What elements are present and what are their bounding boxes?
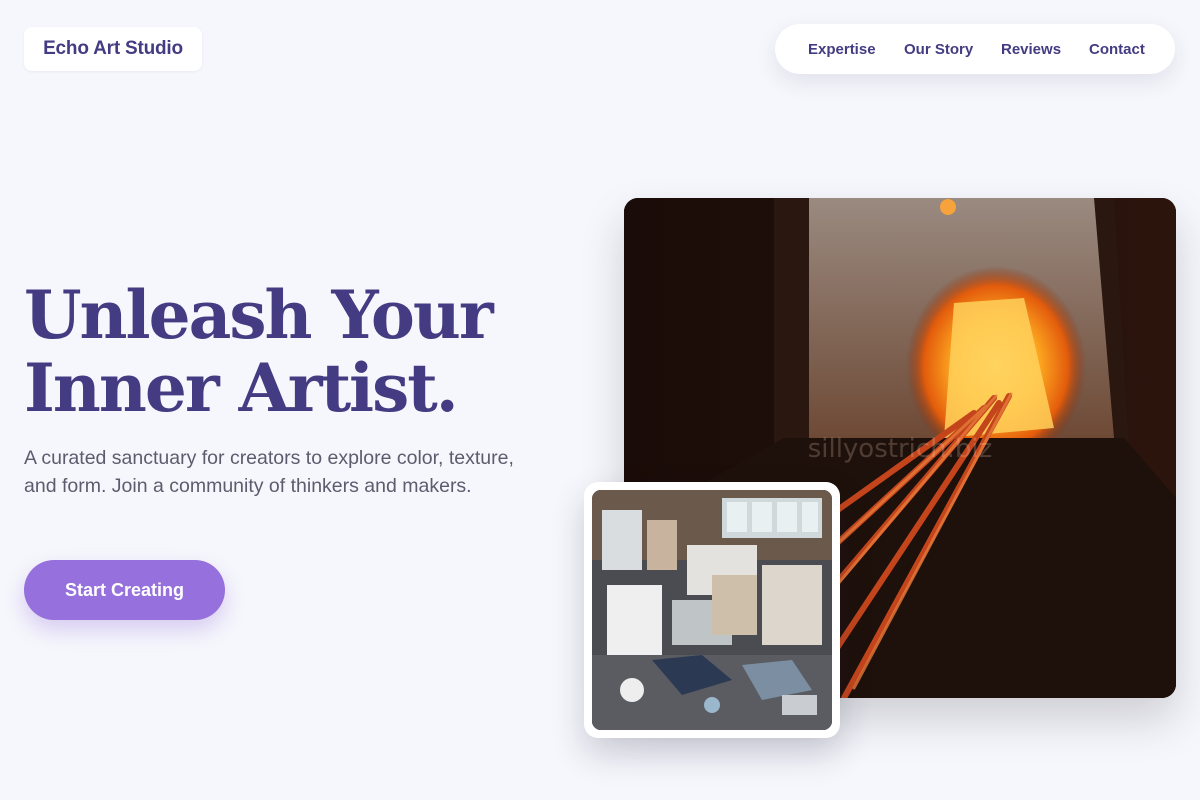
main-nav: Expertise Our Story Reviews Contact (775, 24, 1175, 74)
hero-headline: Unleash Your Inner Artist. (24, 279, 584, 425)
nav-item-our-story[interactable]: Our Story (904, 24, 973, 74)
hero-headline-line1: Unleash Your (24, 276, 494, 354)
start-creating-button[interactable]: Start Creating (24, 560, 225, 620)
studio-image (592, 490, 832, 730)
landing-page: Echo Art Studio Expertise Our Story Revi… (0, 0, 1200, 800)
studio-image-card (584, 482, 840, 738)
hero-headline-line2: Inner Artist. (24, 349, 459, 427)
nav-item-contact[interactable]: Contact (1089, 24, 1145, 74)
nav-item-reviews[interactable]: Reviews (1001, 24, 1061, 74)
brand-name: Echo Art Studio (43, 38, 183, 59)
nav-item-expertise[interactable]: Expertise (808, 24, 876, 74)
hero-subtitle: A curated sanctuary for creators to expl… (24, 447, 514, 497)
brand-logo[interactable]: Echo Art Studio (24, 27, 202, 71)
image-watermark: sillyostrich.biz (807, 434, 993, 464)
studio-illustration (592, 490, 832, 730)
